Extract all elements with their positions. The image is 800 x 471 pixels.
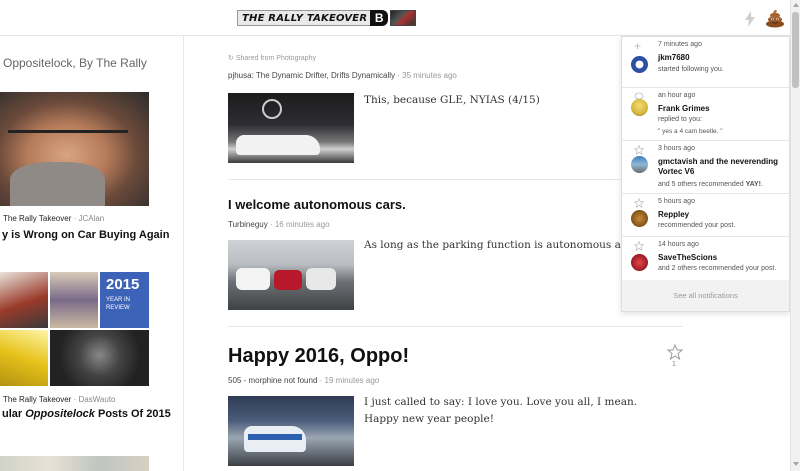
notification-user[interactable]: Reppley — [658, 210, 786, 220]
notification-item[interactable]: an hour ago Frank Grimes replied to you:… — [622, 88, 789, 141]
notification-action: and 2 others recommended your post. — [658, 265, 777, 272]
star-icon — [634, 145, 644, 155]
post-byline: pjhusa: The Dynamic Drifter, Drifts Dyna… — [228, 71, 457, 80]
notification-item[interactable]: 5 hours ago Reppley recommended your pos… — [622, 194, 789, 237]
notification-item[interactable]: 3 hours ago gmctavish and the neverendin… — [622, 141, 789, 194]
story-headline[interactable]: ular Oppositelock Posts Of 2015 — [2, 408, 171, 420]
notification-quote: " yes a 4 cam beetle. " — [658, 128, 723, 135]
collage-2015-tile: 2015 YEAR IN REVIEW — [100, 272, 149, 328]
plus-icon: + — [634, 39, 642, 53]
author-name[interactable]: 505 - morphine not found — [228, 376, 317, 385]
avatar[interactable] — [631, 254, 648, 271]
left-sidebar: Oppositelock, By The Rally The Rally Tak… — [0, 36, 184, 471]
post-time[interactable]: 16 minutes ago — [275, 220, 330, 229]
recommend-star-icon[interactable] — [667, 344, 683, 360]
author-name[interactable]: JCAlan — [78, 214, 104, 223]
avatar[interactable] — [631, 210, 648, 227]
divider — [228, 179, 683, 180]
scroll-up-icon[interactable] — [793, 3, 799, 7]
star-icon — [634, 241, 644, 251]
notification-time: 5 hours ago — [658, 198, 695, 205]
notification-action: and 5 others recommended YAY!. — [658, 181, 763, 188]
post-excerpt: As long as the parking function is auton… — [364, 239, 640, 251]
site-logo[interactable]: THE RALLY TAKEOVER B — [237, 9, 417, 27]
notification-item[interactable]: + 7 minutes ago jkm7680 started followin… — [622, 37, 789, 88]
blog-name[interactable]: The Rally Takeover — [3, 214, 71, 223]
share-icon: ↻ — [228, 55, 236, 62]
post-title[interactable]: I welcome autonomous cars. — [228, 197, 406, 212]
blog-name[interactable]: The Rally Takeover — [3, 395, 71, 404]
post-image-mercedes-gle[interactable] — [228, 93, 354, 163]
tile-caption: YEAR IN REVIEW — [106, 297, 131, 311]
post-excerpt: I just called to say: I love you. Love y… — [364, 396, 638, 425]
notification-user[interactable]: gmctavish and the neverending Vortec V6 — [658, 157, 786, 177]
logo-text: THE RALLY TAKEOVER — [237, 10, 373, 26]
notification-action: started following you. — [658, 66, 724, 73]
notification-time: an hour ago — [658, 92, 696, 99]
collage-yellow — [0, 330, 48, 386]
post-byline: 505 - morphine not found · 19 minutes ag… — [228, 376, 380, 385]
post-image-rally-car[interactable] — [228, 396, 354, 466]
logo-image — [390, 10, 417, 26]
scroll-thumb[interactable] — [792, 12, 799, 88]
post-time[interactable]: 19 minutes ago — [325, 376, 380, 385]
story-image[interactable] — [0, 456, 149, 471]
shared-from[interactable]: ↻ Shared from Photography — [228, 54, 316, 62]
collage-shifter — [50, 330, 149, 386]
story-meta: The Rally Takeover · DasWauto — [3, 395, 116, 404]
author-name[interactable]: Turbineguy — [228, 220, 268, 229]
post-image-parking-lot[interactable] — [228, 240, 354, 310]
collage-motorcycle — [0, 272, 48, 328]
collage-poster — [50, 272, 98, 328]
avatar[interactable] — [631, 156, 648, 173]
story-image-collage[interactable]: 2015 YEAR IN REVIEW — [0, 272, 149, 386]
notification-user[interactable]: SaveTheScions — [658, 253, 786, 263]
avatar[interactable] — [631, 56, 648, 73]
notification-action: recommended your post. — [658, 222, 736, 229]
notification-user[interactable]: Frank Grimes — [658, 104, 786, 114]
notification-item[interactable]: 14 hours ago SaveTheScions and 2 others … — [622, 237, 789, 280]
sidebar-title: Oppositelock, By The Rally — [3, 56, 147, 70]
poop-emoji-icon[interactable] — [765, 8, 785, 28]
page-scrollbar[interactable] — [790, 0, 800, 471]
author-name[interactable]: DasWauto — [78, 395, 115, 404]
tile-year: 2015 — [106, 276, 140, 293]
post-excerpt: This, because GLE, NYIAS (4/15) — [364, 94, 540, 106]
post-byline: Turbineguy · 16 minutes ago — [228, 220, 330, 229]
top-bar: THE RALLY TAKEOVER B — [0, 0, 790, 36]
notification-action: replied to you: — [658, 116, 702, 123]
avatar[interactable] — [631, 99, 648, 116]
author-name[interactable]: pjhusa: The Dynamic Drifter, Drifts Dyna… — [228, 71, 395, 80]
recommend-count: 1 — [672, 361, 676, 368]
lightning-bolt-icon[interactable] — [744, 11, 756, 27]
see-all-notifications-link[interactable]: See all notifications — [622, 280, 789, 311]
mercedes-logo — [262, 99, 282, 119]
notification-time: 14 hours ago — [658, 241, 699, 248]
scroll-down-icon[interactable] — [793, 462, 799, 466]
notification-time: 7 minutes ago — [658, 41, 702, 48]
notifications-dropdown: + 7 minutes ago jkm7680 started followin… — [621, 36, 790, 312]
story-image-man-with-glasses[interactable] — [0, 92, 149, 206]
story-headline[interactable]: y is Wrong on Car Buying Again — [2, 229, 169, 241]
story-meta: The Rally Takeover · JCAlan — [3, 214, 105, 223]
divider — [228, 326, 683, 327]
white-suv — [236, 135, 320, 155]
logo-letter: B — [370, 10, 389, 26]
post-time[interactable]: 35 minutes ago — [402, 71, 457, 80]
post-title[interactable]: Happy 2016, Oppo! — [228, 345, 409, 368]
star-icon — [634, 198, 644, 208]
notification-time: 3 hours ago — [658, 145, 695, 152]
notification-user[interactable]: jkm7680 — [658, 53, 786, 63]
